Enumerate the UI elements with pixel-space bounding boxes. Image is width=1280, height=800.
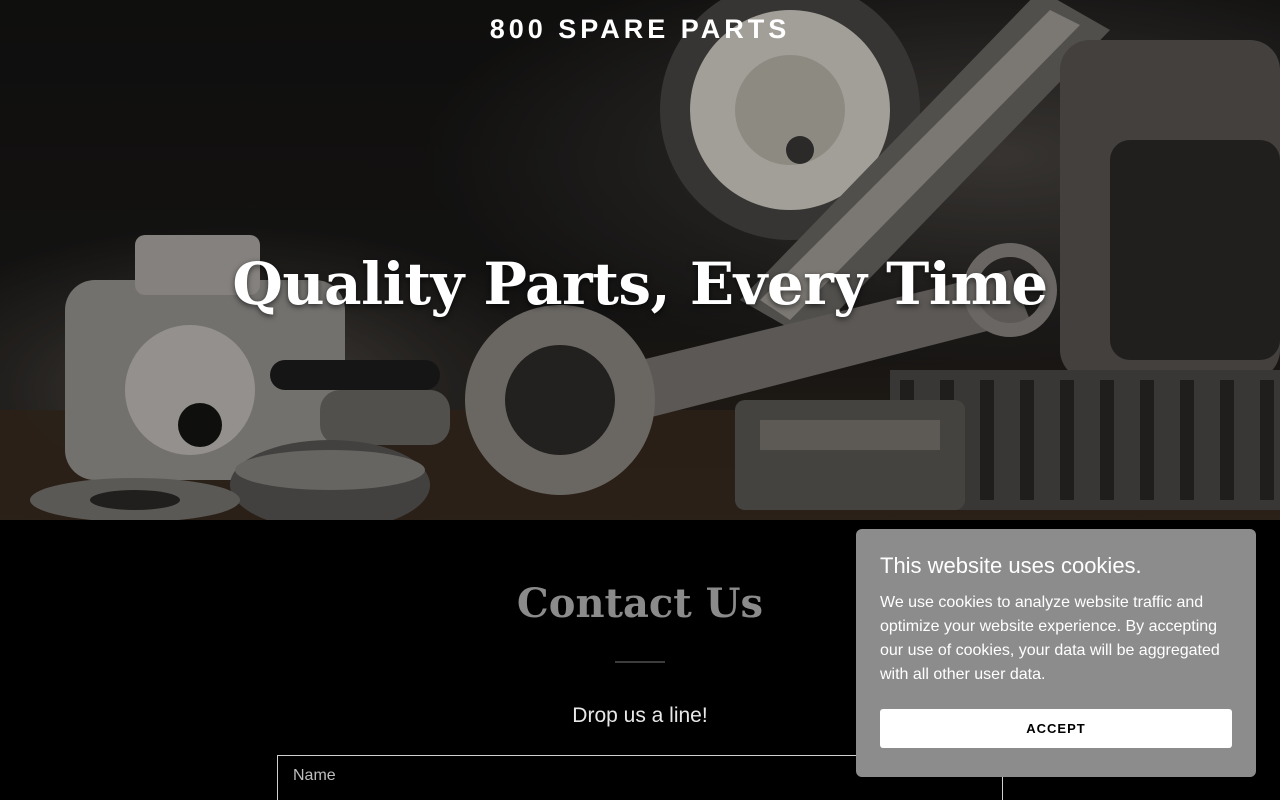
cookie-banner: This website uses cookies. We use cookie…	[856, 529, 1256, 777]
hero-section: 800 SPARE PARTS Quality Parts, Every Tim…	[0, 0, 1280, 520]
cookie-banner-text: We use cookies to analyze website traffi…	[880, 594, 1220, 683]
hero-title: Quality Parts, Every Time	[232, 250, 1048, 318]
site-brand[interactable]: 800 SPARE PARTS	[0, 14, 1280, 45]
accept-cookies-button[interactable]: ACCEPT	[880, 709, 1232, 748]
title-divider	[615, 661, 665, 663]
cookie-banner-title: This website uses cookies.	[880, 553, 1142, 578]
